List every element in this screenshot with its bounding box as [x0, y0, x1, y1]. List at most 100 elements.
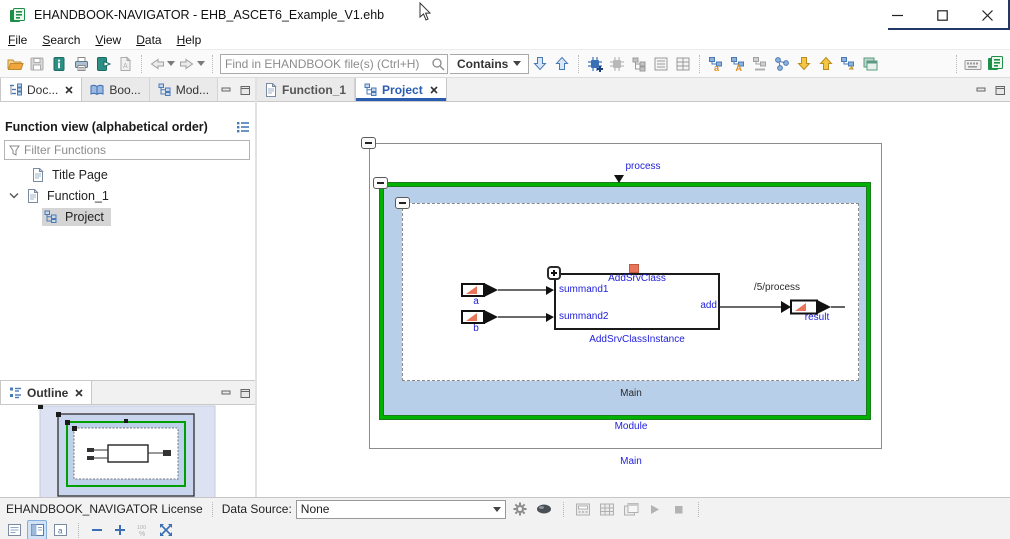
tab-project[interactable]: Project — [355, 78, 447, 101]
menu-file[interactable]: File — [8, 31, 36, 49]
navigation-panel: Doc... Boo... Mod... Function view (alph… — [0, 78, 256, 380]
single-page-view-button[interactable] — [4, 520, 24, 539]
annotation-view-button[interactable]: a — [50, 520, 70, 539]
stop-visualization-button[interactable] — [669, 499, 689, 519]
main-task-label: Main — [620, 388, 642, 399]
table-view-button[interactable] — [672, 52, 694, 76]
outline-thumbnail[interactable] — [0, 405, 255, 497]
instrument-panel-button[interactable] — [573, 499, 593, 519]
open-in-tree-button[interactable] — [837, 52, 859, 76]
split-view-button[interactable] — [27, 520, 47, 539]
diagram-canvas[interactable]: process AddSrvClass summand1 summand2 ad… — [257, 102, 1010, 497]
tree-item-project[interactable]: Project — [0, 206, 255, 227]
save-button[interactable] — [26, 52, 48, 76]
expand-block-button[interactable] — [547, 266, 561, 280]
menu-search[interactable]: Search — [42, 31, 89, 49]
gold-arrow-down-icon — [797, 57, 811, 71]
collapse-module-button[interactable] — [373, 177, 388, 189]
drill-up-button[interactable] — [815, 52, 837, 76]
zoom-100-button[interactable]: 100% — [133, 520, 153, 539]
add-chip-button[interactable] — [584, 52, 606, 76]
function-view-title: Function view (alphabetical order) — [5, 120, 208, 134]
tab-outline[interactable]: Outline — [0, 381, 93, 404]
svg-text:A: A — [735, 63, 742, 72]
maximize-panel-icon[interactable] — [995, 85, 1006, 96]
start-visualization-button[interactable] — [645, 499, 665, 519]
tree-item-title-page[interactable]: Title Page — [0, 164, 255, 185]
port-a-label: a — [473, 296, 479, 307]
zoom-in-button[interactable] — [110, 520, 130, 539]
maximize-button[interactable] — [920, 0, 965, 30]
tree-item-label: Function_1 — [47, 188, 109, 203]
maximize-panel-icon[interactable] — [240, 388, 251, 399]
minimize-panel-icon[interactable] — [221, 388, 232, 399]
tab-label: Mod... — [175, 82, 210, 97]
minimize-icon — [892, 14, 903, 16]
calibration-grid-button[interactable] — [597, 499, 617, 519]
shortcuts-button[interactable] — [962, 52, 984, 76]
search-mode-dropdown[interactable]: Contains — [450, 53, 530, 74]
collapse-task-button[interactable] — [395, 197, 410, 209]
page-icon — [33, 167, 44, 182]
navigate-back-button[interactable] — [147, 52, 177, 76]
floating-window-button[interactable] — [621, 499, 641, 519]
close-tab-icon[interactable] — [430, 85, 438, 94]
annotation-view-icon: a — [53, 524, 67, 536]
pdf-export-icon: A — [120, 55, 131, 71]
minimize-panel-icon[interactable] — [221, 85, 232, 96]
data-source-connect-button[interactable] — [534, 499, 554, 519]
data-source-settings-button[interactable] — [510, 499, 530, 519]
close-tab-icon[interactable] — [75, 388, 83, 397]
chevron-expanded-icon[interactable] — [9, 192, 19, 199]
view-menu-icon[interactable] — [236, 121, 250, 133]
open-file-button[interactable] — [4, 52, 26, 76]
close-button[interactable] — [965, 0, 1010, 30]
about-ehb-button[interactable] — [984, 52, 1006, 76]
tab-model-view[interactable]: Mod... — [149, 78, 219, 101]
trace-connections-button[interactable] — [771, 52, 793, 76]
tab-label: Function_1 — [282, 82, 347, 97]
data-source-select[interactable]: None — [295, 499, 506, 519]
tab-function-1[interactable]: Function_1 — [257, 78, 356, 101]
panel-splitter-vertical[interactable] — [255, 78, 257, 497]
search-input[interactable] — [225, 56, 431, 71]
menu-help[interactable]: Help — [177, 31, 211, 49]
zoom-out-button[interactable] — [87, 520, 107, 539]
model-tree-button[interactable] — [628, 52, 650, 76]
hide-names-button[interactable] — [749, 52, 771, 76]
open-ehb-info-button[interactable] — [48, 52, 70, 76]
export-button[interactable] — [92, 52, 114, 76]
show-instance-names-button[interactable]: a — [705, 52, 727, 76]
minimize-panel-icon[interactable] — [976, 85, 987, 96]
menu-data[interactable]: Data — [136, 31, 170, 49]
global-search-field — [220, 53, 448, 74]
maximize-icon — [937, 9, 948, 21]
navigate-forward-button[interactable] — [177, 52, 207, 76]
find-previous-button[interactable] — [551, 52, 573, 76]
tree-item-function-1[interactable]: Function_1 — [0, 185, 255, 206]
pdf-export-button[interactable]: A — [114, 52, 136, 76]
menu-bar: File Search View Data Help — [0, 30, 1010, 50]
new-window-button[interactable] — [859, 52, 881, 76]
mouse-cursor — [419, 2, 432, 21]
filter-functions-input[interactable] — [24, 143, 245, 157]
minimize-button[interactable] — [875, 0, 920, 30]
play-icon — [651, 504, 660, 514]
tab-document-view[interactable]: Doc... — [0, 78, 83, 101]
find-next-button[interactable] — [529, 52, 551, 76]
show-class-names-button[interactable]: A — [727, 52, 749, 76]
tab-book-view[interactable]: Boo... — [82, 78, 150, 101]
tree-lowercase-a-icon: a — [708, 56, 722, 72]
menu-view[interactable]: View — [95, 31, 130, 49]
collapse-main-button[interactable] — [361, 137, 376, 149]
close-tab-icon[interactable] — [65, 85, 73, 94]
maximize-panel-icon[interactable] — [240, 85, 251, 96]
chip-button[interactable] — [606, 52, 628, 76]
list-view-button[interactable] — [650, 52, 672, 76]
status-bar: EHANDBOOK_NAVIGATOR License Data Source:… — [0, 497, 1010, 539]
fit-to-screen-button[interactable] — [156, 520, 176, 539]
drill-down-button[interactable] — [793, 52, 815, 76]
breakpoint-marker[interactable] — [629, 264, 639, 273]
print-button[interactable] — [70, 52, 92, 76]
stop-icon — [675, 505, 683, 513]
